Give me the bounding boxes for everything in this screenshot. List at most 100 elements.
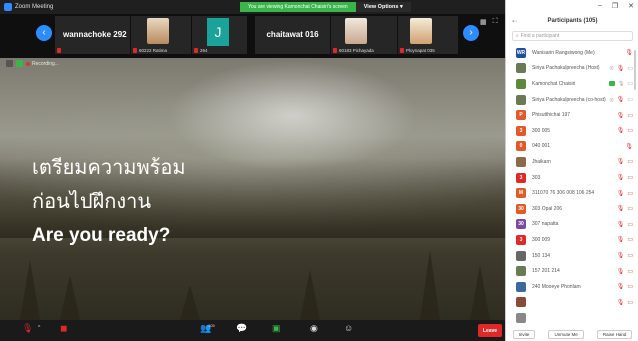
participant-row[interactable]: 3 303 🎙 ▭	[506, 170, 638, 186]
avatar	[516, 156, 526, 167]
participant-row[interactable]: 30 307 napatta 🎙 ▭	[506, 217, 638, 233]
mic-muted-icon	[133, 48, 137, 53]
video-tile[interactable]: J 264	[192, 16, 247, 54]
chevron-right-icon: ›	[469, 27, 473, 38]
raise-hand-button[interactable]: Raise Hand	[596, 329, 633, 339]
participant-row[interactable]: 3 300 005 🎙 ▭	[506, 123, 638, 139]
tile-caption-text: 60222 Ratima	[139, 48, 168, 53]
participants-button[interactable]: 👥 105	[200, 323, 215, 333]
strip-prev-button[interactable]: ‹	[36, 25, 52, 41]
participant-row[interactable]: Kamonchat Chaisiri 🎙 ▭	[506, 76, 638, 92]
video-off-icon: ▭	[627, 284, 633, 291]
start-video-button[interactable]: ◼	[60, 323, 67, 333]
participant-row[interactable]: 3 300 009 🎙 ▭	[506, 232, 638, 248]
fullscreen-icon[interactable]: ⛶	[493, 18, 498, 26]
tile-caption: 60183 Pichayada	[333, 48, 374, 53]
participant-row[interactable]: 150 134 🎙 ▭	[506, 248, 638, 264]
participant-row[interactable]: M 311070 76 306 008 106 254 🎙 ▭	[506, 185, 638, 201]
tree-silhouette	[20, 260, 40, 320]
mic-muted-icon: 🎙	[616, 268, 625, 275]
reactions-button[interactable]: ☺	[344, 323, 353, 333]
tile-name: wannachoke 292	[63, 30, 127, 39]
mic-muted-icon: 🎙	[616, 128, 625, 135]
invite-button[interactable]: Invite	[512, 329, 536, 339]
participant-list: WR Wanisarin Rangsiwong (Me) 🎙 Siriya Pacha…	[506, 45, 638, 327]
avatar: P	[516, 110, 526, 121]
participant-row[interactable]: 240 Mooeye Phonlam 🎙 ▭	[506, 279, 638, 295]
tile-caption: Ploynapat 035	[400, 48, 435, 53]
mic-muted-icon: 🎙	[625, 50, 633, 57]
encryption-icon[interactable]	[16, 60, 23, 67]
participant-status-icons: 🎙 ▭	[617, 283, 633, 290]
security-icon[interactable]	[6, 60, 13, 67]
share-screen-button[interactable]: ▣	[272, 323, 281, 333]
audio-options-caret[interactable]: ^	[38, 323, 40, 333]
view-options-button[interactable]: View Options ▾	[355, 2, 411, 12]
participant-status-icons: 🎙 ▭	[617, 221, 633, 228]
chat-icon: 💬	[236, 323, 248, 333]
video-off-icon: ▭	[627, 175, 633, 182]
participant-search-input[interactable]: ⌕ Find a participant	[512, 31, 633, 41]
participant-name: 303 Opal 206	[532, 205, 563, 212]
mic-muted-icon: 🎙	[625, 143, 633, 150]
mic-muted-icon: 🎙	[616, 253, 625, 260]
avatar: 3	[516, 172, 526, 183]
mic-muted-icon	[194, 48, 198, 53]
collapse-panel-icon[interactable]: ⇠	[512, 18, 517, 25]
view-controls: ▦ ⛶	[480, 18, 498, 26]
minimize-icon[interactable]: –	[598, 2, 602, 10]
tree-silhouette	[60, 275, 80, 320]
participant-row[interactable]	[506, 310, 638, 326]
participant-row[interactable]: WR Wanisarin Rangsiwong (Me) 🎙	[506, 45, 638, 61]
slide-title-line2: ก่อนไปฝึกงาน	[32, 189, 152, 213]
strip-next-button[interactable]: ›	[463, 25, 479, 41]
gallery-view-icon[interactable]: ▦	[480, 18, 487, 26]
mic-muted-icon: 🎙	[616, 175, 625, 182]
unmute-me-button[interactable]: Unmute Me	[548, 329, 584, 339]
maximize-icon[interactable]: ❐	[612, 2, 618, 10]
video-tile[interactable]: chaitawat 016	[255, 16, 330, 54]
video-tile[interactable]: 60183 Pichayada	[331, 16, 397, 54]
avatar	[516, 94, 526, 105]
video-off-icon: ▭	[627, 299, 633, 306]
record-button[interactable]: ◉	[310, 323, 318, 333]
participant-status-icons: 🎙 ▭	[608, 80, 633, 87]
participant-row[interactable]: 30 303 Opal 206 🎙 ▭	[506, 201, 638, 217]
close-icon[interactable]: ✕	[628, 2, 634, 10]
video-off-icon: ▭	[627, 190, 633, 197]
avatar	[516, 281, 526, 292]
participant-name: 300 009	[532, 236, 551, 243]
participant-row[interactable]: 157 201 214 🎙 ▭	[506, 263, 638, 279]
participant-row[interactable]: 🎙 ▭	[506, 295, 638, 311]
video-tile[interactable]: wannachoke 292	[55, 16, 130, 54]
participant-row[interactable]: Jhaikarn 🎙 ▭	[506, 154, 638, 170]
video-off-icon: ▭	[627, 206, 633, 213]
panel-scrollbar[interactable]	[634, 50, 636, 90]
mic-icon: 🎙	[617, 80, 625, 87]
mic-muted-icon: 🎙	[616, 206, 625, 213]
participant-row[interactable]: Siriya Pachakulpreecha (co-host) ◎ 🎙 ▭	[506, 92, 638, 108]
window-controls: – ❐ ✕	[598, 2, 634, 10]
participant-photo	[345, 18, 367, 44]
participant-status-icons: 🎙 ▭	[617, 252, 633, 259]
participant-row[interactable]: Siriya Pachakulpreecha (Host) ◎ 🎙 ▭	[506, 61, 638, 77]
search-icon: ⌕	[516, 33, 519, 39]
leave-button[interactable]: Leave	[478, 324, 502, 337]
participant-name: 040 001	[532, 143, 551, 150]
avatar	[516, 250, 526, 261]
video-off-icon: ▭	[627, 97, 633, 104]
stage-status-bar: Recording...	[6, 60, 59, 67]
mic-muted-icon	[400, 48, 404, 53]
video-off-icon: ▭	[627, 268, 633, 275]
mute-button[interactable]: 🎙	[22, 323, 33, 333]
participant-row[interactable]: P Phisutthichai 197 🎙 ▭	[506, 107, 638, 123]
video-tile[interactable]: Ploynapat 035	[398, 16, 458, 54]
participant-row[interactable]: 0 040 001 🎙	[506, 139, 638, 155]
avatar: 30	[516, 219, 526, 230]
video-tile[interactable]: 60222 Ratima	[131, 16, 191, 54]
video-off-icon: ▭	[627, 112, 633, 119]
mic-muted-icon: 🎙	[616, 284, 625, 291]
video-off-icon: ▭	[627, 159, 633, 166]
avatar: M	[516, 188, 526, 199]
chat-button[interactable]: 💬	[236, 323, 247, 333]
